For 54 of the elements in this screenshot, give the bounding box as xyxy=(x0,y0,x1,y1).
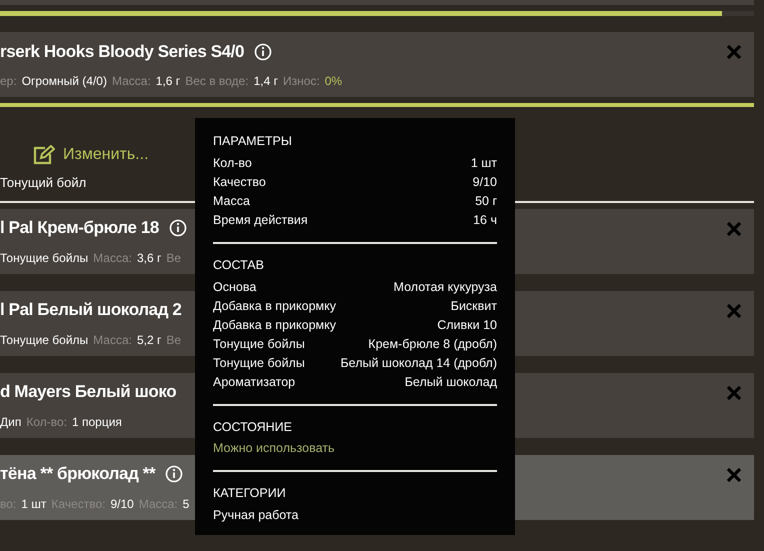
property-value: Белый шоколад xyxy=(404,374,497,391)
property-value: 1 шт xyxy=(470,154,497,172)
property-label: Ароматизатор xyxy=(213,374,296,391)
stat-value: Дип xyxy=(0,414,22,431)
section-heading: СОСТАВ xyxy=(213,256,265,274)
property-value: 9/10 xyxy=(472,174,497,191)
stat-label: Вес в воде: xyxy=(185,73,249,90)
stat-value: Тонущие бойлы xyxy=(0,250,88,267)
property-value: Молотая кукуруза xyxy=(394,278,497,296)
property-label: Добавка в прикормку xyxy=(213,298,336,315)
property-value: Бисквит xyxy=(450,298,497,315)
property-value: 16 ч xyxy=(473,212,497,229)
stat-value: 0% xyxy=(324,73,342,90)
property-label: Качество xyxy=(213,174,266,191)
property-label: Тонущие бойлы xyxy=(213,354,305,372)
status-text: Можно использовать xyxy=(213,440,336,458)
property-label: Кол-во xyxy=(213,154,252,172)
item-title: l Pal Белый шоколад 2 xyxy=(0,299,182,322)
stat-label: Масса: xyxy=(112,73,151,90)
stat-label: Кол-во: xyxy=(26,414,67,431)
stat-value: 1 шт xyxy=(21,496,46,513)
stat-value: 1,4 г xyxy=(254,73,278,90)
stat-value: 3,6 г xyxy=(136,250,162,267)
property-value: Сливки 10 xyxy=(437,316,497,334)
stat-value: 5,2 г xyxy=(136,332,162,349)
stat-label: Масса: xyxy=(93,332,132,349)
stat-label: Износ: xyxy=(282,73,320,90)
stat-label: Масса: xyxy=(93,250,132,267)
property-value: Крем-брюле 8 (дробл) xyxy=(368,336,497,353)
category-text: Ручная работа xyxy=(213,507,300,524)
stat-value: 5 xyxy=(182,496,190,513)
slot-type: Тонущий бойл xyxy=(0,174,86,192)
section-heading: СОСТОЯНИЕ xyxy=(213,418,293,436)
stat-value: 1,6 г xyxy=(156,73,180,90)
property-value: Белый шоколад 14 (дробл) xyxy=(340,354,497,372)
stat-label: Ве xyxy=(166,332,182,349)
stat-value: 1 порция xyxy=(72,414,122,431)
item-title: rserk Hooks Bloody Series S4/0 xyxy=(0,40,244,63)
stat-label: Ве xyxy=(166,250,182,267)
item-title: l Pal Крем-брюле 18 xyxy=(0,217,159,240)
item-title: d Mayers Белый шоко xyxy=(0,381,176,404)
property-label: Тонущие бойлы xyxy=(213,336,305,353)
stat-value: 9/10 xyxy=(110,496,134,513)
stat-value: Огромный (4/0) xyxy=(22,73,107,90)
stat-label: ер: xyxy=(0,73,17,90)
property-value: 50 г xyxy=(475,192,497,210)
property-label: Добавка в прикормку xyxy=(213,316,336,334)
property-label: Время действия xyxy=(213,212,308,229)
section-heading: ПАРАМЕТРЫ xyxy=(213,133,293,150)
section-heading: КАТЕГОРИИ xyxy=(213,485,287,502)
property-label: Масса xyxy=(213,192,250,210)
stat-value: Тонущие бойлы xyxy=(0,332,88,349)
item-title: тёна ** брюколад ** xyxy=(0,463,156,486)
property-label: Основа xyxy=(213,278,256,296)
